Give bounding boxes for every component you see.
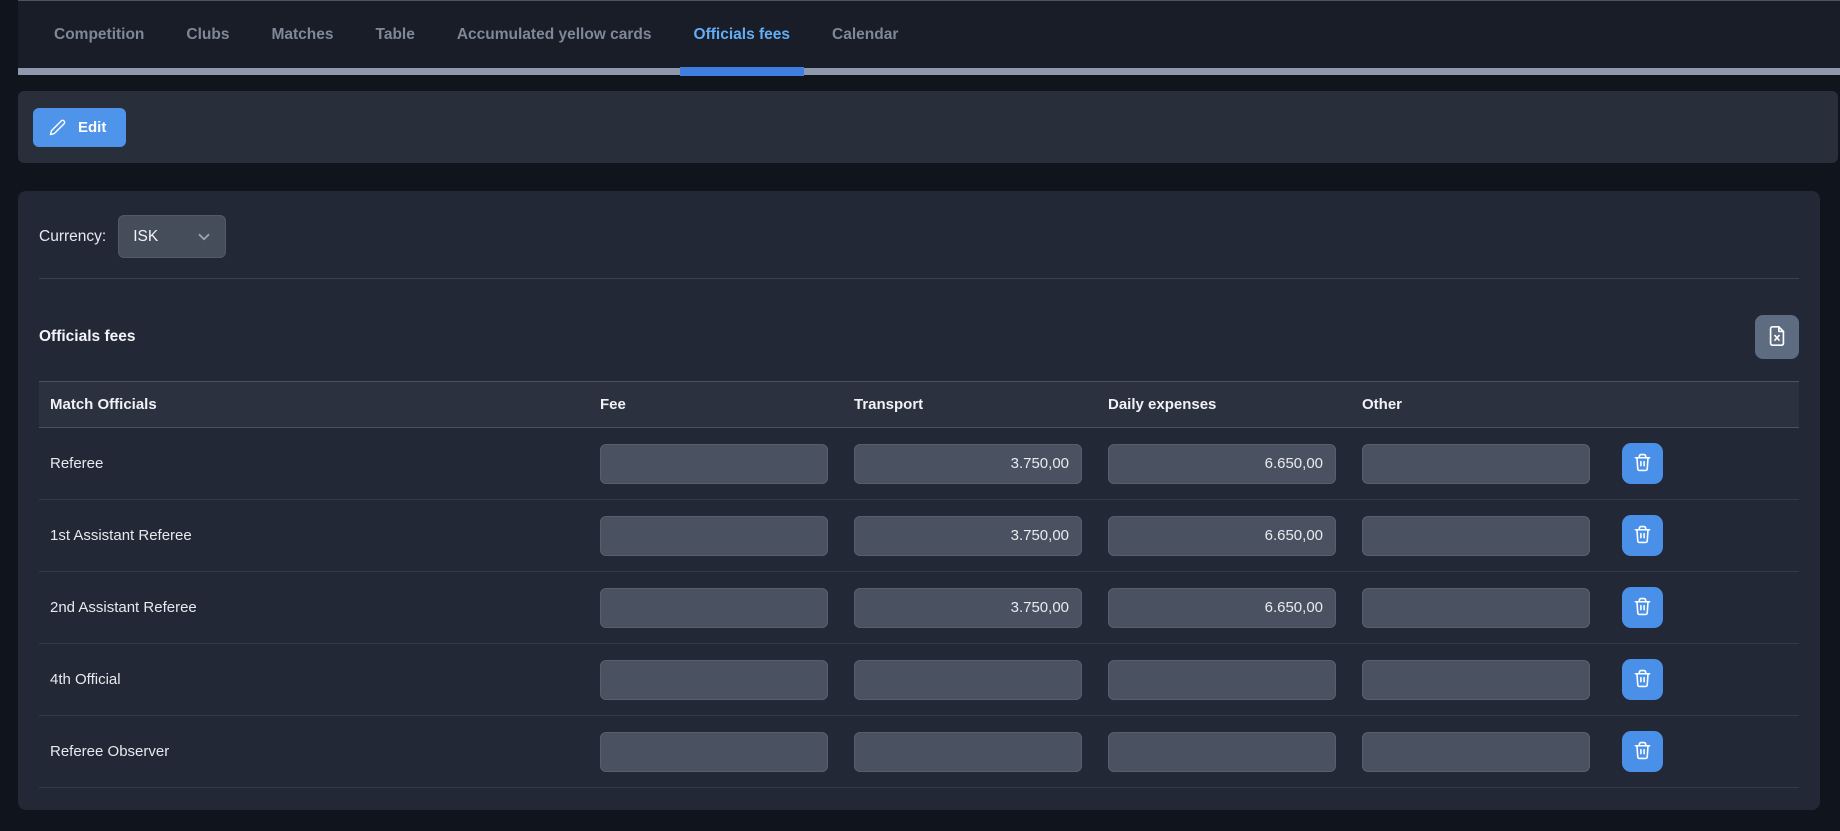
table-row: 4th Official	[39, 644, 1799, 716]
column-header-match-officials: Match Officials	[39, 396, 600, 413]
other-input[interactable]	[1362, 444, 1590, 484]
tab-competition[interactable]: Competition	[54, 1, 144, 68]
tab-accumulated-yellow-cards[interactable]: Accumulated yellow cards	[457, 1, 652, 68]
delete-row-button[interactable]	[1622, 515, 1663, 556]
export-excel-button[interactable]	[1755, 315, 1799, 359]
table-row: 2nd Assistant Referee	[39, 572, 1799, 644]
column-header-other: Other	[1362, 396, 1616, 413]
tab-bar: Competition Clubs Matches Table Accumula…	[18, 0, 1840, 75]
other-input[interactable]	[1362, 732, 1590, 772]
daily-expenses-input[interactable]	[1108, 660, 1336, 700]
official-label: 4th Official	[39, 671, 600, 688]
trash-icon	[1633, 741, 1652, 763]
delete-row-button[interactable]	[1622, 443, 1663, 484]
fee-input[interactable]	[600, 660, 828, 700]
fee-input[interactable]	[600, 516, 828, 556]
daily-expenses-input[interactable]	[1108, 516, 1336, 556]
delete-row-button[interactable]	[1622, 587, 1663, 628]
delete-row-button[interactable]	[1622, 659, 1663, 700]
trash-icon	[1633, 525, 1652, 547]
official-label: 1st Assistant Referee	[39, 527, 600, 544]
section-header: Officials fees	[39, 315, 1799, 359]
daily-expenses-input[interactable]	[1108, 588, 1336, 628]
officials-fees-table: Match Officials Fee Transport Daily expe…	[39, 381, 1799, 788]
edit-toolbar: Edit	[18, 91, 1838, 163]
official-label: Referee Observer	[39, 743, 600, 760]
currency-label: Currency:	[39, 228, 106, 246]
edit-button-label: Edit	[78, 119, 106, 136]
trash-icon	[1633, 669, 1652, 691]
trash-icon	[1633, 453, 1652, 475]
column-header-transport: Transport	[854, 396, 1108, 413]
table-row: 1st Assistant Referee	[39, 500, 1799, 572]
transport-input[interactable]	[854, 444, 1082, 484]
official-label: Referee	[39, 455, 600, 472]
pencil-icon	[49, 119, 66, 136]
section-title: Officials fees	[39, 328, 136, 346]
transport-input[interactable]	[854, 588, 1082, 628]
chevron-down-icon	[195, 228, 213, 246]
delete-row-button[interactable]	[1622, 731, 1663, 772]
other-input[interactable]	[1362, 660, 1590, 700]
transport-input[interactable]	[854, 516, 1082, 556]
fee-input[interactable]	[600, 732, 828, 772]
table-row: Referee Observer	[39, 716, 1799, 788]
other-input[interactable]	[1362, 588, 1590, 628]
table-row: Referee	[39, 428, 1799, 500]
currency-select[interactable]: ISK	[118, 215, 226, 258]
tab-list: Competition Clubs Matches Table Accumula…	[18, 1, 1840, 68]
column-header-daily-expenses: Daily expenses	[1108, 396, 1362, 413]
transport-input[interactable]	[854, 732, 1082, 772]
tab-officials-fees[interactable]: Officials fees	[694, 1, 791, 68]
fee-input[interactable]	[600, 444, 828, 484]
currency-row: Currency: ISK	[39, 215, 1799, 258]
currency-selected-value: ISK	[133, 228, 158, 246]
column-header-fee: Fee	[600, 396, 854, 413]
tab-scroll-track[interactable]	[18, 68, 1840, 75]
table-header-row: Match Officials Fee Transport Daily expe…	[39, 381, 1799, 428]
divider	[39, 278, 1799, 279]
transport-input[interactable]	[854, 660, 1082, 700]
daily-expenses-input[interactable]	[1108, 732, 1336, 772]
tab-calendar[interactable]: Calendar	[832, 1, 898, 68]
daily-expenses-input[interactable]	[1108, 444, 1336, 484]
other-input[interactable]	[1362, 516, 1590, 556]
official-label: 2nd Assistant Referee	[39, 599, 600, 616]
tab-table[interactable]: Table	[376, 1, 415, 68]
tab-matches[interactable]: Matches	[271, 1, 333, 68]
trash-icon	[1633, 597, 1652, 619]
officials-fees-panel: Currency: ISK Officials fees	[18, 191, 1820, 810]
file-excel-icon	[1766, 325, 1788, 350]
fee-input[interactable]	[600, 588, 828, 628]
edit-button[interactable]: Edit	[33, 108, 126, 147]
tab-clubs[interactable]: Clubs	[186, 1, 229, 68]
